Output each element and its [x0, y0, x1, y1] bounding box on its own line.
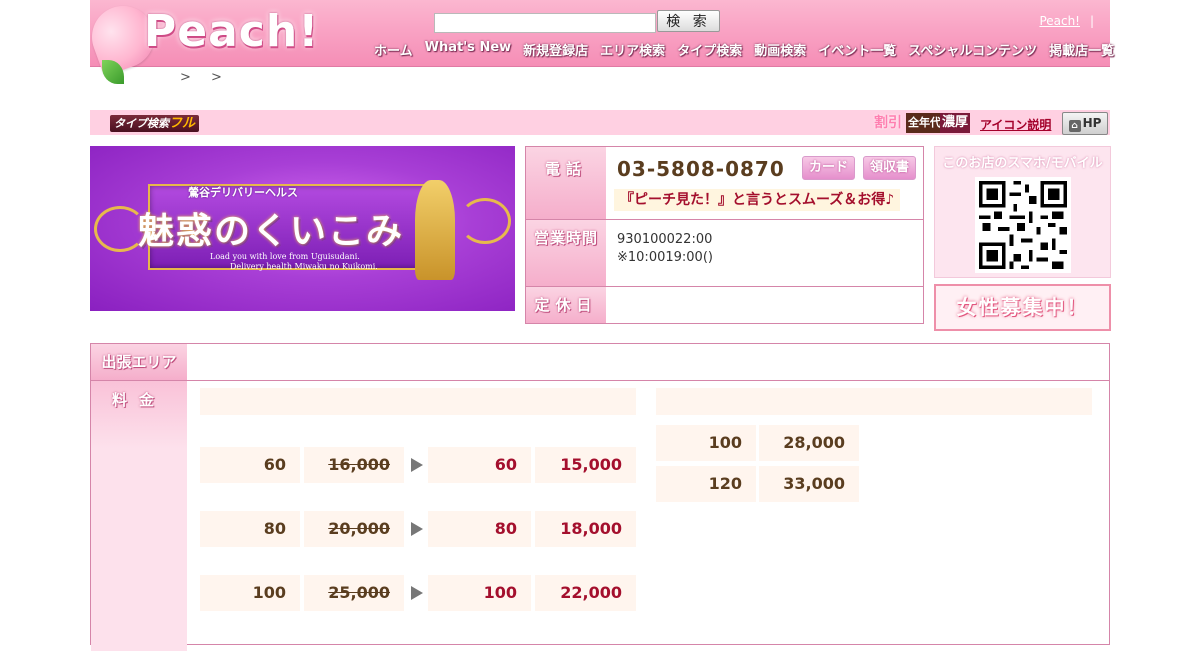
site-header: Peach! 検 索 Peach! | ホーム What's New 新規登録店…: [83, 0, 1114, 84]
price-old: 16,000: [304, 447, 404, 483]
search-input[interactable]: [434, 13, 656, 33]
price-time: 100: [200, 575, 300, 611]
qr-code-icon[interactable]: [975, 177, 1071, 273]
price-new-time: 80: [428, 511, 531, 547]
top-link-peach[interactable]: Peach!: [1039, 14, 1080, 28]
phone-row: 電話 03-5808-0870 カード 領収書 『ピーチ見た！』と言うとスムーズ…: [526, 147, 923, 220]
type-badge-value: フル: [169, 116, 196, 131]
arrow-right-icon: [411, 586, 423, 600]
top-link-separator: |: [1089, 14, 1094, 28]
price-time: 100: [656, 425, 756, 461]
home-icon: ⌂: [1068, 120, 1081, 132]
type-badge[interactable]: タイプ検索フル: [110, 115, 200, 132]
price-time: 80: [200, 511, 300, 547]
hours-label: 営業時間: [526, 220, 606, 286]
nav-special[interactable]: スペシャルコンテンツ: [908, 40, 1037, 59]
holiday-label: 定休日: [526, 287, 606, 323]
arrow-right-icon: [411, 522, 423, 536]
price-table-header: [656, 388, 1092, 415]
holiday-row: 定休日: [526, 287, 923, 323]
banner-english-line2: Delivery health Miwaku no Kuikomi.: [230, 262, 378, 271]
banner-english-line1: Load you with love from Uguisudani.: [210, 252, 360, 261]
site-logo[interactable]: Peach!: [144, 6, 319, 57]
price-new: 15,000: [535, 447, 636, 483]
price-value: 28,000: [759, 425, 859, 461]
discount-icon: 割引: [874, 115, 902, 131]
price-time: 120: [656, 466, 756, 502]
receipt-badge: 領収書: [863, 156, 917, 180]
promo-text: 『ピーチ見た！』と言うとスムーズ＆お得♪: [614, 189, 901, 211]
price-new-time: 100: [428, 575, 531, 611]
hours-line1: 930100022:00: [617, 232, 713, 247]
price-old: 20,000: [304, 511, 404, 547]
nav-home[interactable]: ホーム: [374, 40, 413, 59]
nav-type-search[interactable]: タイプ検索: [677, 40, 742, 59]
banner-subtitle: 鶯谷デリバリーヘルス: [188, 186, 298, 199]
nav-whats-new[interactable]: What's New: [425, 40, 512, 59]
arrow-right-icon: [411, 458, 423, 472]
ornament-icon: [459, 198, 511, 244]
area-row: 出張エリア: [91, 344, 1109, 381]
shop-banner[interactable]: 鶯谷デリバリーヘルス 魅惑のくいこみ Load you with love fr…: [90, 146, 515, 311]
nav-video-search[interactable]: 動画検索: [754, 40, 806, 59]
fee-label: 料金: [91, 381, 187, 651]
all-ages-icon: 全年代: [906, 113, 943, 133]
silhouette-figure-icon: [415, 180, 455, 280]
price-new: 22,000: [535, 575, 636, 611]
price-value: 33,000: [759, 466, 859, 502]
main-nav: ホーム What's New 新規登録店 エリア検索 タイプ検索 動画検索 イベ…: [374, 40, 1126, 59]
phone-label: 電話: [526, 147, 606, 219]
price-time: 60: [200, 447, 300, 483]
banner-title: 魅惑のくいこみ: [138, 211, 405, 252]
breadcrumb-separator: >: [211, 70, 222, 85]
price-new: 18,000: [535, 511, 636, 547]
hp-button-label: HP: [1082, 116, 1102, 130]
area-label: 出張エリア: [91, 344, 187, 380]
price-table-header: [200, 388, 636, 415]
type-bar: タイプ検索フル 割引 全年代 濃厚 アイコン説明 ⌂ HP: [90, 110, 1110, 135]
hp-button[interactable]: ⌂ HP: [1062, 112, 1108, 135]
card-badge: カード: [802, 156, 856, 180]
mobile-qr-box: このお店のスマホ/モバイル: [934, 146, 1111, 278]
hours-row: 営業時間 930100022:00 ※10:0019:00(): [526, 220, 923, 287]
rich-service-icon: 濃厚: [940, 113, 971, 133]
type-badge-label: タイプ検索: [114, 117, 169, 130]
nav-new-shops[interactable]: 新規登録店: [523, 40, 588, 59]
breadcrumb-separator: >: [180, 70, 191, 85]
price-new-time: 60: [428, 447, 531, 483]
icon-description-link[interactable]: アイコン説明: [980, 116, 1051, 133]
breadcrumb: > >: [180, 70, 238, 85]
phone-number[interactable]: 03-5808-0870: [617, 157, 785, 181]
search-button[interactable]: 検 索: [657, 10, 720, 32]
qr-title: このお店のスマホ/モバイル: [942, 156, 1103, 171]
hours-line2: ※10:0019:00(): [617, 250, 713, 265]
nav-events[interactable]: イベント一覧: [818, 40, 896, 59]
shop-info-table: 電話 03-5808-0870 カード 領収書 『ピーチ見た！』と言うとスムーズ…: [525, 146, 924, 324]
price-old: 25,000: [304, 575, 404, 611]
recruit-banner[interactable]: 女性募集中！: [934, 284, 1111, 331]
nav-area-search[interactable]: エリア検索: [600, 40, 665, 59]
detail-section: 出張エリア 料金 60 16,000 60 15,000 80 20,000 8…: [90, 343, 1110, 651]
nav-shop-list[interactable]: 掲載店一覧: [1049, 40, 1114, 59]
